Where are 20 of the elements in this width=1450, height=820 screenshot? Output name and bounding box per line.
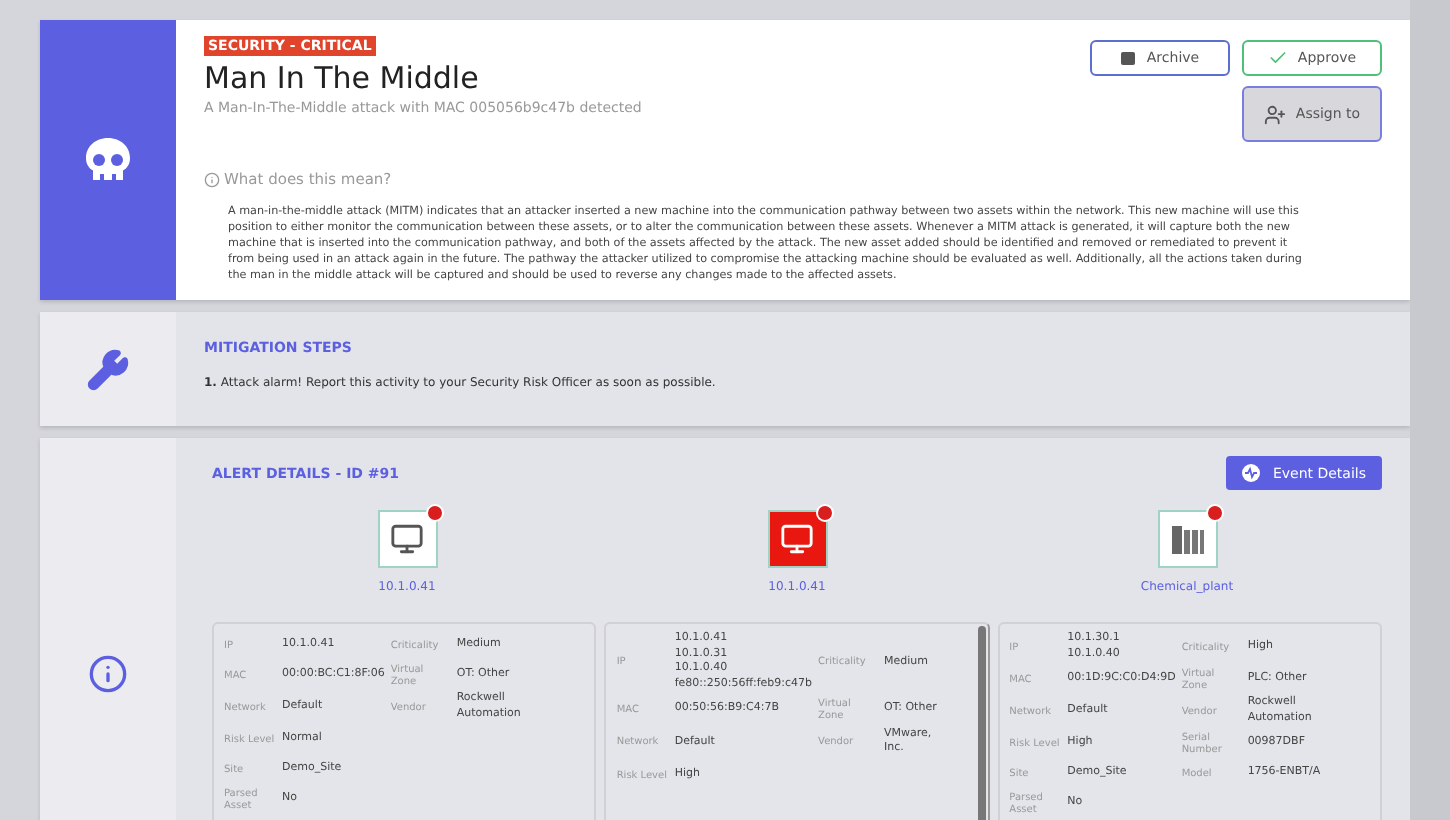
activity-icon [1242,464,1261,482]
scrollbar-track[interactable] [1410,0,1450,820]
asset-node[interactable] [1157,510,1217,568]
alert-dot [1205,504,1223,522]
archive-icon [1120,50,1137,66]
monitor-icon [390,522,424,556]
user-plus-icon [1263,103,1286,125]
scrollbar[interactable] [977,626,986,820]
check-icon [1267,48,1288,68]
alert-dot [425,504,443,522]
asset-node[interactable] [377,510,437,568]
asset-node[interactable] [767,510,827,568]
info-icon [88,654,128,694]
alert-title: Man In The Middle [204,60,481,96]
alert-dot [815,504,833,522]
skull-icon [82,136,134,184]
wrench-icon [86,347,130,391]
plc-icon [1169,523,1205,555]
monitor-icon [780,522,814,556]
info-icon [204,171,220,187]
